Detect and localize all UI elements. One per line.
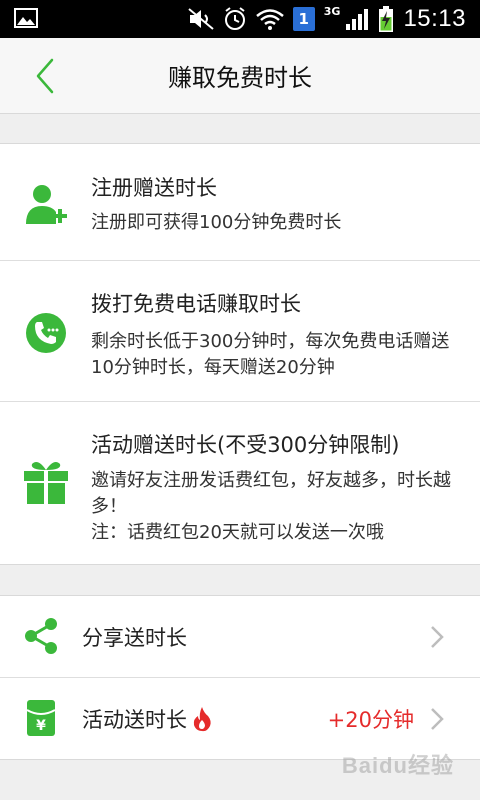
title-bar: 赚取免费时长 [0, 38, 480, 114]
alarm-icon [224, 7, 245, 30]
battery-charging-icon [379, 6, 394, 32]
item-desc-line: 邀请好友注册发话费红包，好友越多，时长越多！ [91, 470, 451, 517]
free-call-bonus-item: 拨打免费电话赚取时长 剩余时长低于300分钟时，每次免费电话赠送10分钟时长，每… [0, 261, 480, 402]
svg-text:¥: ¥ [36, 718, 46, 734]
flame-icon [193, 706, 211, 731]
register-bonus-item: 注册赠送时长 注册即可获得100分钟免费时长 [0, 144, 480, 261]
status-bar: 1 3G 15:13 [0, 0, 480, 38]
item-desc: 邀请好友注册发话费红包，好友越多，时长越多！ 注：话费红包20天就可以发送一次哦 [91, 468, 461, 546]
gift-icon [24, 462, 68, 504]
item-desc: 注册即可获得100分钟免费时长 [91, 212, 342, 233]
image-icon [14, 8, 38, 28]
item-desc-line: 注：话费红包20天就可以发送一次哦 [91, 522, 384, 543]
item-title: 拨打免费电话赚取时长 [91, 292, 301, 316]
item-title: 活动赠送时长(不受300分钟限制) [91, 433, 400, 457]
earn-methods-card: 注册赠送时长 注册即可获得100分钟免费时长 拨打免费电话赚取时长 剩余时长低于… [0, 143, 480, 565]
chevron-right-icon [431, 626, 444, 648]
wifi-icon [255, 9, 284, 30]
row-label: 分享送时长 [82, 625, 187, 650]
action-list: 分享送时长 ¥ 活动送时长 +20分钟 [0, 595, 480, 760]
bonus-value: +20分钟 [327, 707, 414, 732]
add-user-icon [26, 185, 67, 224]
row-label-wrap: 活动送时长 [82, 678, 213, 759]
red-envelope-icon: ¥ [26, 700, 56, 736]
activity-bonus-item: 活动赠送时长(不受300分钟限制) 邀请好友注册发话费红包，好友越多，时长越多！… [0, 402, 480, 564]
item-desc: 剩余时长低于300分钟时，每次免费电话赠送10分钟时长，每天赠送20分钟 [91, 331, 450, 378]
signal-icon [346, 9, 369, 30]
share-icon [25, 618, 57, 654]
chevron-right-icon [431, 708, 444, 730]
activity-time-row[interactable]: ¥ 活动送时长 +20分钟 [0, 678, 480, 759]
phone-icon [26, 313, 66, 353]
clock: 15:13 [403, 5, 466, 32]
watermark: Baidu经验 [341, 753, 454, 778]
page-title: 赚取免费时长 [168, 64, 312, 92]
item-title: 注册赠送时长 [91, 176, 217, 200]
share-for-time-row[interactable]: 分享送时长 [0, 596, 480, 678]
mute-icon [188, 8, 214, 30]
row-label: 活动送时长 [82, 707, 187, 732]
notification-badge: 1 [292, 7, 315, 31]
network-type: 3G [323, 4, 341, 18]
